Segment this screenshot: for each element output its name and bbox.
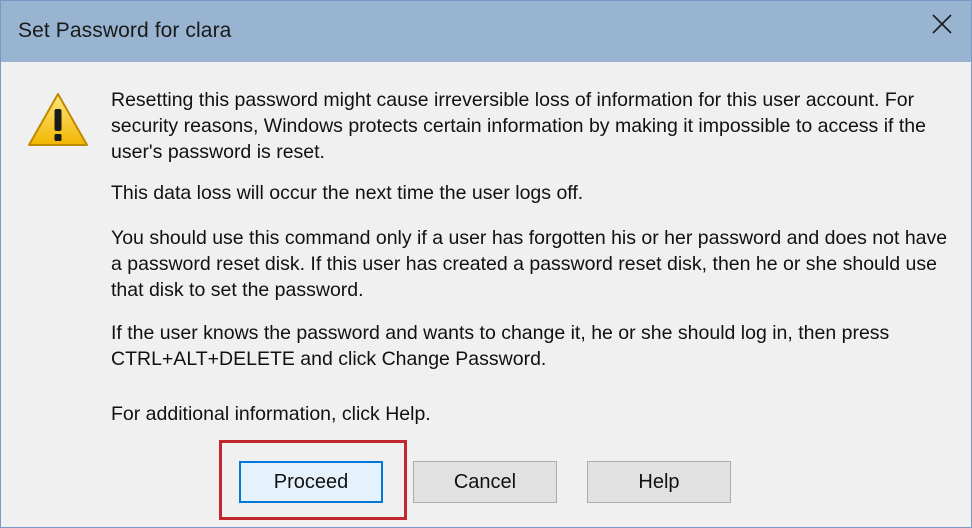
- window-title: Set Password for clara: [18, 19, 232, 42]
- warning-icon: [28, 93, 88, 146]
- message-paragraph-1: Resetting this password might cause irre…: [111, 89, 927, 163]
- message-paragraph-3: You should use this command only if a us…: [111, 227, 948, 301]
- title-bar[interactable]: Set Password for clara: [1, 1, 971, 62]
- message-paragraph-4: If the user knows the password and wants…: [111, 322, 890, 370]
- help-button[interactable]: Help: [587, 461, 731, 503]
- message-paragraph-2: This data loss will occur the next time …: [111, 182, 584, 204]
- proceed-button[interactable]: Proceed: [239, 461, 383, 503]
- message-paragraph-5: For additional information, click Help.: [111, 403, 431, 425]
- close-icon: [932, 14, 952, 34]
- close-button[interactable]: [913, 1, 971, 47]
- dialog-content: Resetting this password might cause irre…: [1, 62, 971, 527]
- cancel-button[interactable]: Cancel: [413, 461, 557, 503]
- set-password-dialog: Set Password for clara Resetting this pa…: [0, 0, 972, 528]
